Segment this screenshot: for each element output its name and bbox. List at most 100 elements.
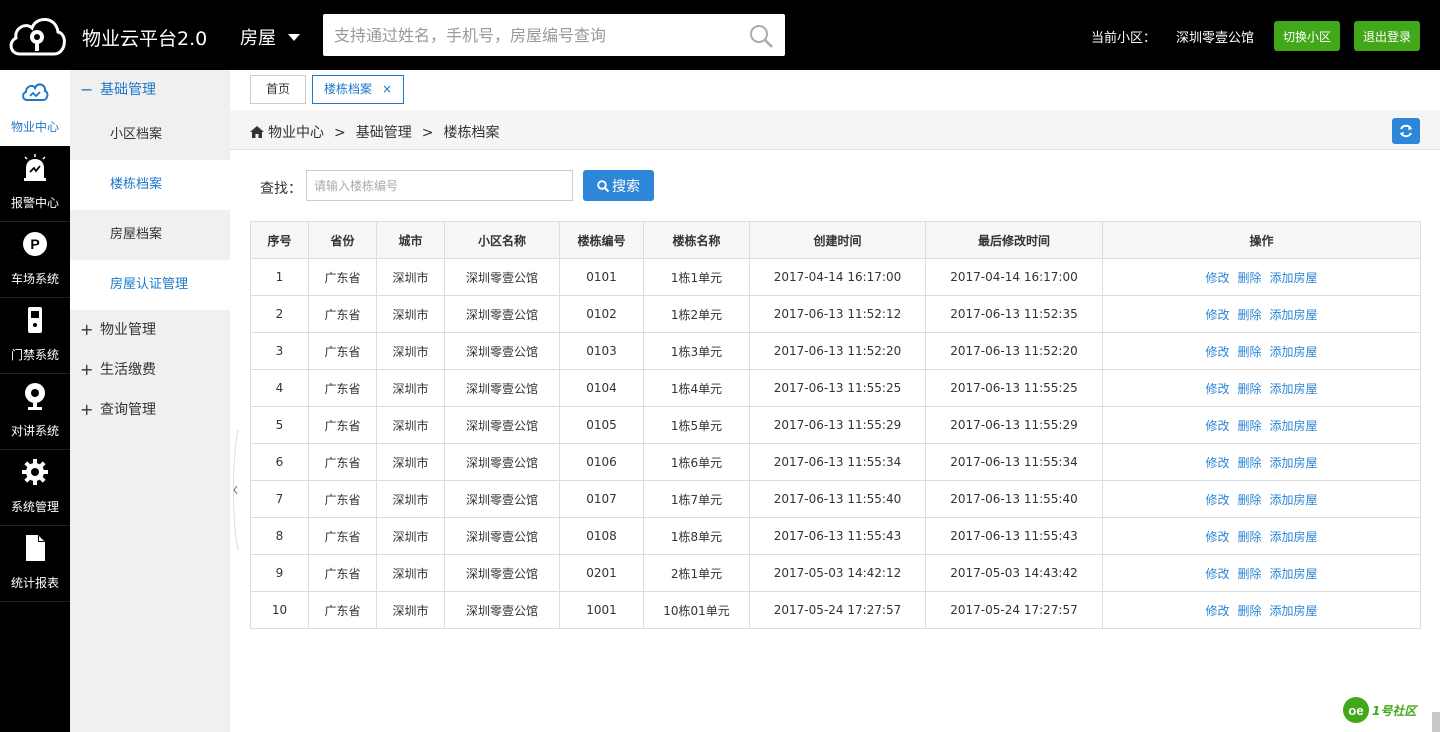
add-house-link[interactable]: 添加房屋 — [1270, 271, 1318, 285]
switch-community-button[interactable]: 切换小区 — [1274, 21, 1340, 51]
nav-group-query-management[interactable]: + 查询管理 — [70, 390, 230, 430]
delete-link[interactable]: 删除 — [1237, 604, 1261, 618]
logout-button[interactable]: 退出登录 — [1354, 21, 1420, 51]
edit-link[interactable]: 修改 — [1205, 345, 1229, 359]
nav-item-parking-system[interactable]: P 车场系统 — [0, 222, 70, 298]
column-header: 楼栋名称 — [643, 221, 750, 259]
table-cell: 深圳零壹公馆 — [444, 369, 560, 407]
add-house-link[interactable]: 添加房屋 — [1270, 530, 1318, 544]
actions-cell: 修改 删除 添加房屋 — [1102, 480, 1421, 518]
refresh-icon — [1400, 124, 1412, 138]
refresh-button[interactable] — [1392, 118, 1420, 144]
delete-link[interactable]: 删除 — [1237, 308, 1261, 322]
building-number-search-input[interactable] — [306, 170, 573, 201]
actions-cell: 修改 删除 添加房屋 — [1102, 443, 1421, 481]
delete-link[interactable]: 删除 — [1237, 567, 1261, 581]
nav-item-property-center[interactable]: 物业中心 — [0, 70, 70, 146]
plus-icon: + — [80, 320, 94, 339]
table-cell: 0102 — [559, 295, 644, 333]
edit-link[interactable]: 修改 — [1205, 493, 1229, 507]
table-cell: 2017-06-13 11:52:20 — [925, 332, 1103, 370]
delete-link[interactable]: 删除 — [1237, 419, 1261, 433]
nav-group-basic-management[interactable]: − 基础管理 — [70, 70, 230, 110]
table-cell: 深圳零壹公馆 — [444, 295, 560, 333]
table-cell: 2栋1单元 — [643, 554, 750, 592]
table-cell: 广东省 — [308, 591, 377, 629]
edit-link[interactable]: 修改 — [1205, 382, 1229, 396]
add-house-link[interactable]: 添加房屋 — [1270, 345, 1318, 359]
delete-link[interactable]: 删除 — [1237, 345, 1261, 359]
sidebar-collapse-handle[interactable] — [230, 430, 240, 550]
edit-link[interactable]: 修改 — [1205, 308, 1229, 322]
edit-link[interactable]: 修改 — [1205, 456, 1229, 470]
close-icon[interactable]: × — [382, 82, 392, 96]
global-search-input[interactable] — [323, 14, 743, 56]
table-cell: 2017-05-03 14:43:42 — [925, 554, 1103, 592]
table-cell: 4 — [250, 369, 309, 407]
gear-icon — [22, 459, 48, 485]
delete-link[interactable]: 删除 — [1237, 271, 1261, 285]
add-house-link[interactable]: 添加房屋 — [1270, 382, 1318, 396]
delete-link[interactable]: 删除 — [1237, 456, 1261, 470]
actions-cell: 修改 删除 添加房屋 — [1102, 554, 1421, 592]
sub-item-building-archive[interactable]: 楼栋档案 — [70, 160, 230, 210]
tab-building-archive[interactable]: 楼栋档案 × — [312, 75, 404, 104]
delete-link[interactable]: 删除 — [1237, 530, 1261, 544]
table-cell: 深圳市 — [376, 369, 445, 407]
column-header: 省份 — [308, 221, 377, 259]
sub-item-house-archive[interactable]: 房屋档案 — [70, 210, 230, 260]
table-cell: 深圳零壹公馆 — [444, 332, 560, 370]
nav-item-door-access[interactable]: 门禁系统 — [0, 298, 70, 374]
breadcrumb-separator: > — [334, 125, 346, 141]
table-cell: 2017-06-13 11:55:29 — [925, 406, 1103, 444]
table-cell: 2017-04-14 16:17:00 — [925, 258, 1103, 296]
sub-item-community-archive[interactable]: 小区档案 — [70, 110, 230, 160]
sub-item-house-certification[interactable]: 房屋认证管理 — [70, 260, 230, 310]
add-house-link[interactable]: 添加房屋 — [1270, 567, 1318, 581]
search-button[interactable]: 搜索 — [583, 170, 654, 201]
edit-link[interactable]: 修改 — [1205, 604, 1229, 618]
plus-icon: + — [80, 360, 94, 379]
nav-group-life-payment[interactable]: + 生活缴费 — [70, 350, 230, 390]
main-content: 首页 楼栋档案 × 物业中心 > 基础管理 > 楼栋档案 查找： 搜索 序号省份城市小区名… — [230, 70, 1440, 732]
breadcrumb-separator: > — [421, 125, 434, 141]
table-cell: 7 — [250, 480, 309, 518]
nav-item-alarm-center[interactable]: 报警中心 — [0, 146, 70, 222]
nav-item-system-management[interactable]: 系统管理 — [0, 450, 70, 526]
table-cell: 广东省 — [308, 295, 377, 333]
nav-group-property-management[interactable]: + 物业管理 — [70, 310, 230, 350]
table-cell: 1栋5单元 — [643, 406, 750, 444]
table-cell: 2017-06-13 11:55:25 — [749, 369, 926, 407]
table-cell: 6 — [250, 443, 309, 481]
tab-home[interactable]: 首页 — [250, 75, 306, 104]
delete-link[interactable]: 删除 — [1237, 493, 1261, 507]
table-cell: 1栋3单元 — [643, 332, 750, 370]
add-house-link[interactable]: 添加房屋 — [1270, 419, 1318, 433]
add-house-link[interactable]: 添加房屋 — [1270, 308, 1318, 322]
table-cell: 深圳零壹公馆 — [444, 258, 560, 296]
edit-link[interactable]: 修改 — [1205, 567, 1229, 581]
nav-item-label: 对讲系统 — [10, 424, 59, 438]
table-cell: 广东省 — [308, 480, 377, 518]
table-cell: 深圳市 — [376, 554, 445, 592]
table-cell: 1栋7单元 — [643, 480, 750, 518]
module-dropdown[interactable]: 房屋 — [240, 24, 300, 50]
table-cell: 0201 — [559, 554, 644, 592]
current-community-label: 当前小区： — [1091, 31, 1157, 46]
edit-link[interactable]: 修改 — [1205, 530, 1229, 544]
edit-link[interactable]: 修改 — [1205, 419, 1229, 433]
add-house-link[interactable]: 添加房屋 — [1270, 493, 1318, 507]
column-header: 创建时间 — [749, 221, 926, 259]
actions-cell: 修改 删除 添加房屋 — [1102, 258, 1421, 296]
table-cell: 3 — [250, 332, 309, 370]
parking-icon: P — [23, 232, 47, 256]
search-icon[interactable] — [749, 24, 773, 48]
delete-link[interactable]: 删除 — [1237, 382, 1261, 396]
edit-link[interactable]: 修改 — [1205, 271, 1229, 285]
table-cell: 2 — [250, 295, 309, 333]
nav-item-statistics[interactable]: 统计报表 — [0, 526, 70, 602]
nav-item-intercom[interactable]: 对讲系统 — [0, 374, 70, 450]
add-house-link[interactable]: 添加房屋 — [1270, 604, 1318, 618]
add-house-link[interactable]: 添加房屋 — [1270, 456, 1318, 470]
scrollbar[interactable] — [1432, 712, 1440, 732]
